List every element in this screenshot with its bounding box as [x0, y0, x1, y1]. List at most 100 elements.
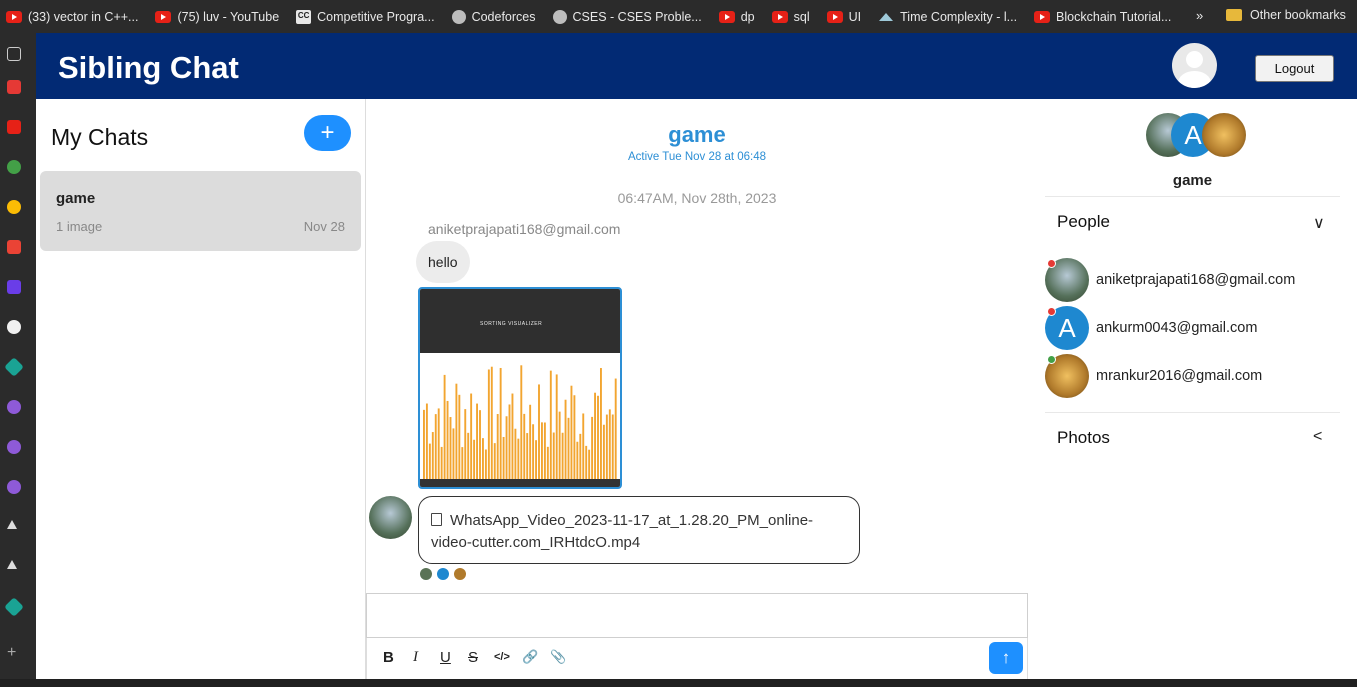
link-button[interactable]: 🔗: [522, 649, 538, 665]
image-bar: [585, 445, 588, 479]
add-icon[interactable]: +: [7, 645, 23, 661]
bookmark-blockchain[interactable]: Blockchain Tutorial...: [1034, 10, 1171, 24]
image-bar: [523, 413, 526, 479]
folder-icon: [1226, 9, 1242, 21]
image-bar: [579, 433, 582, 479]
status-dot: [1047, 259, 1056, 268]
group-name: game: [1172, 172, 1213, 189]
bookmark-vector[interactable]: (33) vector in C++...: [6, 10, 138, 24]
bookmark-ui[interactable]: UI: [826, 9, 862, 24]
list-icon[interactable]: [7, 280, 21, 294]
logout-button[interactable]: Logout: [1255, 55, 1334, 82]
image-bar: [549, 370, 552, 479]
bookmark-label: Blockchain Tutorial...: [1056, 9, 1172, 24]
people-section-title[interactable]: People: [1057, 212, 1110, 232]
image-bar: [591, 416, 594, 479]
file-icon: [431, 513, 442, 526]
bookmark-luv[interactable]: (75) luv - YouTube: [155, 10, 279, 24]
image-bar: [594, 392, 596, 479]
android-icon[interactable]: [7, 160, 21, 174]
browser-sidebar: +: [0, 33, 36, 687]
gmail-icon[interactable]: [7, 240, 21, 254]
app-title: Sibling Chat: [58, 50, 239, 85]
app-icon[interactable]: [7, 400, 21, 414]
message-input[interactable]: [366, 593, 1028, 638]
conversation-title: game: [668, 122, 726, 147]
youtube-icon: [155, 10, 172, 23]
more-bookmarks-button[interactable]: »: [1196, 8, 1203, 23]
image-bar: [535, 440, 537, 479]
app-icon[interactable]: [7, 440, 21, 454]
diamond-icon[interactable]: [4, 597, 24, 617]
bookmark-dp[interactable]: dp: [718, 10, 755, 24]
new-chat-button[interactable]: +: [304, 115, 351, 151]
image-bar: [588, 449, 591, 479]
bookmark-label: UI: [848, 9, 862, 24]
bookmark-label: (33) vector in C++...: [28, 9, 139, 24]
group-avatar: [1202, 113, 1246, 157]
image-bar: [605, 414, 608, 479]
image-bar: [600, 368, 602, 479]
image-bar: [517, 438, 520, 479]
image-bar: [558, 411, 561, 479]
image-bar: [597, 395, 599, 479]
globe-icon: [451, 9, 466, 24]
bookmark-time-complexity[interactable]: Time Complexity - l...: [878, 10, 1017, 24]
triangle-icon[interactable]: [7, 520, 17, 529]
chevron-left-icon[interactable]: <: [1313, 428, 1322, 446]
bookmark-competitive[interactable]: CC Competitive Progra...: [296, 9, 435, 24]
image-bar: [423, 409, 425, 479]
image-bar: [511, 393, 514, 479]
send-button[interactable]: ↑: [989, 642, 1023, 674]
person-email: aniketprajapati168@gmail.com: [1096, 272, 1296, 288]
triangle-icon[interactable]: [7, 560, 17, 569]
code-button[interactable]: </>: [494, 651, 510, 663]
mountain-icon: [878, 11, 894, 23]
sender-avatar: [369, 496, 412, 539]
image-bar: [502, 436, 505, 479]
bookmark-cses[interactable]: CSES - CSES Proble...: [552, 9, 702, 24]
status-dot: [1047, 355, 1056, 364]
chevron-down-icon[interactable]: ∨: [1313, 213, 1325, 233]
chat-list-item[interactable]: game 1 image Nov 28: [40, 171, 361, 251]
image-bar: [496, 414, 499, 479]
image-bar: [467, 432, 470, 479]
person-email: ankurm0043@gmail.com: [1096, 320, 1258, 336]
image-bar: [449, 417, 452, 479]
image-bar: [541, 422, 543, 479]
taskbar: [0, 679, 1357, 687]
my-chats-panel: My Chats + game 1 image Nov 28: [36, 99, 366, 679]
image-bar: [458, 394, 461, 479]
image-bar: [532, 424, 535, 479]
diamond-icon[interactable]: [4, 357, 24, 377]
read-receipt-avatar: [454, 568, 466, 580]
person-email: mrankur2016@gmail.com: [1096, 368, 1263, 384]
user-avatar[interactable]: [1172, 43, 1217, 88]
image-bar: [552, 432, 555, 479]
globe-icon: [552, 9, 567, 24]
italic-button[interactable]: I: [413, 649, 418, 666]
image-bar: [514, 428, 517, 479]
strikethrough-button[interactable]: S: [468, 649, 478, 666]
app-icon[interactable]: [7, 80, 21, 94]
sidebar-toggle-icon[interactable]: [7, 47, 21, 61]
attach-button[interactable]: 📎: [550, 649, 566, 665]
image-bar: [505, 416, 508, 479]
other-bookmarks[interactable]: Other bookmarks: [1226, 8, 1346, 22]
image-bar: [490, 366, 493, 479]
image-bar: [487, 369, 490, 479]
underline-button[interactable]: U: [440, 649, 451, 666]
file-attachment[interactable]: WhatsApp_Video_2023-11-17_at_1.28.20_PM_…: [418, 496, 860, 564]
photos-section-title[interactable]: Photos: [1057, 428, 1110, 448]
cc-icon: CC: [296, 9, 312, 24]
bookmark-sql[interactable]: sql: [771, 10, 810, 24]
google-icon[interactable]: [7, 200, 21, 214]
image-bar: [573, 395, 576, 479]
chat-preview: 1 image: [56, 219, 103, 234]
app-icon[interactable]: [7, 480, 21, 494]
image-message[interactable]: SORTING VISUALIZER: [418, 287, 622, 489]
bookmark-codeforces[interactable]: Codeforces: [451, 9, 536, 24]
bold-button[interactable]: B: [383, 649, 394, 666]
youtube-icon[interactable]: [7, 120, 21, 134]
github-icon[interactable]: [7, 320, 21, 334]
